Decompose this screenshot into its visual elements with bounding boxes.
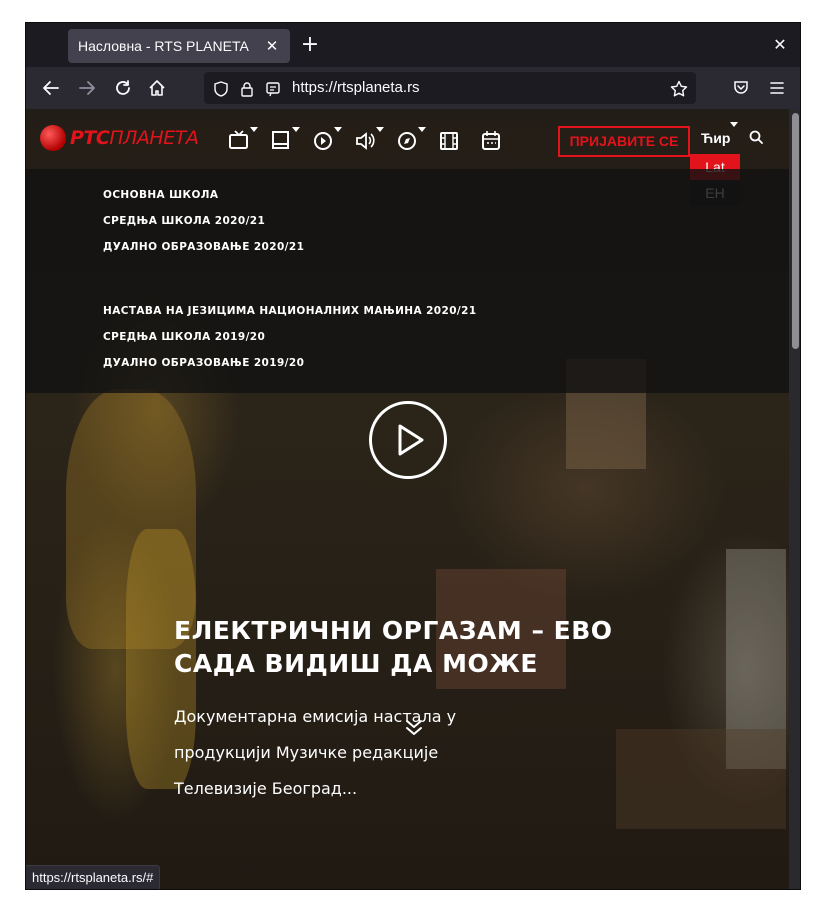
- scroll-down-icon[interactable]: [403, 717, 425, 739]
- shield-icon[interactable]: [212, 80, 230, 98]
- browser-tab[interactable]: Насловна - RTS PLANETA ✕: [68, 29, 290, 63]
- hero-desc-line: Телевизије Београд...: [174, 779, 358, 798]
- hero-title-line: САДА ВИДИШ ДА МОЖЕ: [174, 649, 538, 678]
- status-bar-url: https://rtsplaneta.rs/#: [26, 865, 161, 889]
- menu-icon[interactable]: [764, 75, 790, 101]
- page-info-icon[interactable]: [264, 80, 282, 98]
- submenu-item[interactable]: ДУАЛНО ОБРАЗОВАЊЕ 2020/21: [103, 241, 304, 253]
- language-switcher[interactable]: Ћир: [701, 130, 730, 146]
- play-icon: [398, 424, 424, 456]
- tab-bar: Насловна - RTS PLANETA ✕ + ✕: [26, 23, 800, 67]
- tv-icon[interactable]: [228, 127, 258, 155]
- hero-title[interactable]: ЕЛЕКТРИЧНИ ОРГАЗАМ – ЕВО САДА ВИДИШ ДА М…: [174, 614, 644, 680]
- logo-emblem-icon: [40, 125, 66, 151]
- hero-desc-line: Документарна емисија настала у: [174, 707, 457, 726]
- compass-icon[interactable]: [396, 127, 426, 155]
- tab-close-icon[interactable]: ✕: [264, 37, 280, 55]
- language-caret-icon: [730, 122, 738, 127]
- scrollbar-thumb[interactable]: [792, 113, 799, 349]
- url-text: https://rtsplaneta.rs: [292, 79, 420, 96]
- new-tab-button[interactable]: +: [298, 34, 322, 58]
- lock-icon[interactable]: [238, 80, 256, 98]
- speaker-icon[interactable]: [354, 127, 384, 155]
- logo-bold-text: РТС: [70, 127, 110, 149]
- url-bar[interactable]: https://rtsplaneta.rs: [204, 72, 696, 104]
- hero-desc-line: продукцији Музичке редакције: [174, 743, 439, 762]
- site-header: РТСПЛАНЕТА ПРИЈАВИТЕ СЕ Ћир Lat: [26, 109, 789, 206]
- browser-window: Насловна - RTS PLANETA ✕ + ✕ https://rts…: [25, 22, 801, 890]
- book-icon[interactable]: [270, 127, 300, 155]
- navigation-bar: https://rtsplaneta.rs: [26, 67, 800, 109]
- window-close-button[interactable]: ✕: [770, 35, 790, 55]
- play-video-button[interactable]: [369, 401, 447, 479]
- pocket-icon[interactable]: [728, 75, 754, 101]
- rts-planeta-logo[interactable]: РТСПЛАНЕТА: [40, 123, 202, 153]
- submenu-item[interactable]: НАСТАВА НА ЈЕЗИЦИМА НАЦИОНАЛНИХ МАЊИНА 2…: [103, 305, 477, 317]
- submenu-item[interactable]: СРЕДЊА ШКОЛА 2020/21: [103, 215, 265, 227]
- hero-title-line: ЕЛЕКТРИЧНИ ОРГАЗАМ – ЕВО: [174, 616, 613, 645]
- hero-description: Документарна емисија настала у продукциј…: [174, 699, 474, 807]
- reload-icon[interactable]: [110, 75, 136, 101]
- category-submenu: ОСНОВНА ШКОЛА СРЕДЊА ШКОЛА 2020/21 ДУАЛН…: [26, 169, 789, 393]
- forward-icon[interactable]: [74, 75, 100, 101]
- film-icon[interactable]: [438, 129, 466, 155]
- tab-title: Насловна - RTS PLANETA: [78, 38, 249, 54]
- back-icon[interactable]: [38, 75, 64, 101]
- star-icon[interactable]: [670, 80, 688, 98]
- page-scrollbar[interactable]: [789, 109, 800, 889]
- submenu-item[interactable]: СРЕДЊА ШКОЛА 2019/20: [103, 331, 265, 343]
- play-circle-icon[interactable]: [312, 127, 342, 155]
- page-viewport: РТСПЛАНЕТА ПРИЈАВИТЕ СЕ Ћир Lat ОСНОВНА …: [26, 109, 800, 889]
- calendar-icon[interactable]: [480, 129, 508, 155]
- login-button[interactable]: ПРИЈАВИТЕ СЕ: [558, 126, 690, 157]
- logo-rest-text: ПЛАНЕТА: [109, 127, 199, 149]
- submenu-item[interactable]: ОСНОВНА ШКОЛА: [103, 189, 218, 201]
- home-icon[interactable]: [144, 75, 170, 101]
- search-icon[interactable]: [748, 129, 764, 145]
- submenu-item[interactable]: ДУАЛНО ОБРАЗОВАЊЕ 2019/20: [103, 357, 304, 369]
